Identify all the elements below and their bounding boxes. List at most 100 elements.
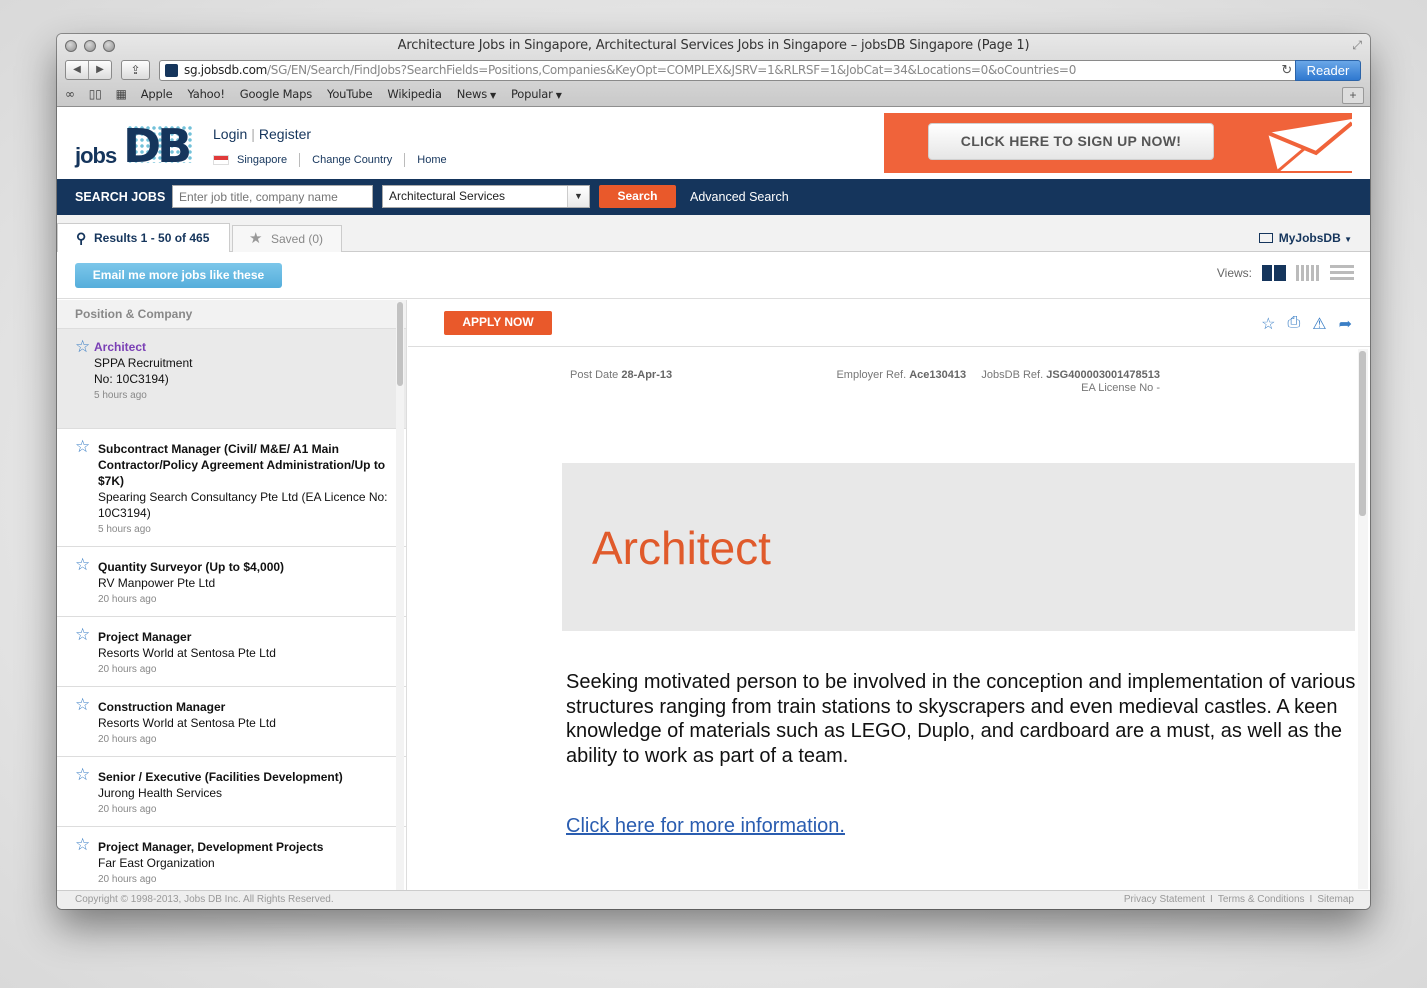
window-title: Architecture Jobs in Singapore, Architec… (397, 38, 1030, 53)
apply-now-button[interactable]: APPLY NOW (444, 311, 552, 335)
job-time: 5 hours ago (94, 390, 147, 401)
change-country-link[interactable]: Change Country (312, 154, 392, 166)
star-outline-icon[interactable]: ☆ (75, 555, 90, 575)
job-company: RV Manpower Pte Ltd (98, 576, 216, 590)
account-links: Login | Register (213, 126, 311, 142)
star-outline-icon[interactable]: ☆ (75, 337, 90, 357)
star-outline-icon[interactable]: ☆ (75, 765, 90, 785)
job-list-item[interactable]: ☆ Senior / Executive (Facilities Develop… (57, 757, 406, 827)
top-sites-grid-icon[interactable]: ▦ (116, 87, 127, 101)
keyword-search-input[interactable] (172, 185, 373, 208)
detail-scrollbar[interactable] (1358, 349, 1368, 889)
job-list-item[interactable]: ☆ Quantity Surveyor (Up to $4,000) RV Ma… (57, 547, 406, 617)
bookmark-yahoo[interactable]: Yahoo! (188, 87, 225, 101)
sitemap-link[interactable]: Sitemap (1317, 894, 1354, 905)
bookmark-apple[interactable]: Apple (141, 87, 173, 101)
reading-list-icon[interactable]: ∞ (65, 87, 75, 101)
print-icon[interactable]: ⎙ (1287, 314, 1300, 334)
star-outline-icon[interactable]: ☆ (75, 437, 90, 457)
singapore-flag-icon (213, 155, 229, 165)
category-select[interactable]: Architectural Services ▼ (382, 185, 590, 208)
star-outline-icon[interactable]: ☆ (75, 625, 90, 645)
category-selected-value: Architectural Services (389, 189, 506, 203)
bookmark-news-label: News (456, 87, 487, 101)
list-view-icon[interactable] (1330, 265, 1354, 281)
job-list-item[interactable]: ☆ Project Manager, Development Projects … (57, 827, 406, 890)
bookmark-youtube[interactable]: YouTube (327, 87, 373, 101)
job-time: 20 hours ago (98, 664, 157, 675)
ea-license: EA License No - (1081, 382, 1160, 394)
star-icon: ★ (249, 230, 263, 247)
job-title: Senior / Executive (Facilities Developme… (98, 770, 343, 784)
home-link[interactable]: Home (417, 154, 446, 166)
bookmarks-book-icon[interactable]: ▯▯ (89, 87, 102, 101)
star-outline-icon[interactable]: ☆ (1261, 314, 1275, 334)
job-time: 20 hours ago (98, 874, 157, 885)
forward-icon[interactable]: ▶ (89, 61, 111, 79)
columns-view-icon[interactable] (1296, 265, 1320, 281)
terms-link[interactable]: Terms & Conditions (1218, 894, 1305, 905)
star-outline-icon[interactable]: ☆ (75, 695, 90, 715)
site-header: DB jobs Login | Register Singapore Change … (57, 107, 1370, 179)
browser-window: Architecture Jobs in Singapore, Architec… (57, 34, 1370, 909)
bookmark-news-folder[interactable]: News ▼ (457, 87, 496, 101)
back-icon[interactable]: ◀ (66, 61, 89, 79)
detail-job-title: Architect (592, 522, 771, 574)
advanced-search-link[interactable]: Advanced Search (690, 190, 789, 204)
share-arrow-icon[interactable]: ➦ (1339, 314, 1352, 334)
job-list-scrollbar[interactable] (396, 300, 404, 890)
more-information-link[interactable]: Click here for more information. (566, 815, 845, 838)
post-date: Post Date 28-Apr-13 (570, 369, 672, 381)
current-country: Singapore (237, 154, 288, 166)
tab-results-label: Results 1 - 50 of 465 (94, 231, 210, 245)
reload-icon[interactable]: ↻ (1281, 61, 1292, 80)
bookmark-wikipedia[interactable]: Wikipedia (387, 87, 441, 101)
reader-button[interactable]: Reader (1295, 60, 1361, 81)
employer-ref-value: Ace130413 (909, 369, 967, 381)
split-view-icon[interactable] (1262, 265, 1286, 281)
job-list-item[interactable]: ☆ Subcontract Manager (Civil/ M&E/ A1 Ma… (57, 429, 406, 547)
search-jobs-label: SEARCH JOBS (75, 190, 166, 204)
id-card-icon (1258, 233, 1273, 243)
job-list-item[interactable]: ☆ Project Manager Resorts World at Sento… (57, 617, 406, 687)
register-link[interactable]: Register (259, 126, 311, 142)
job-title: Project Manager (98, 630, 192, 644)
job-time: 5 hours ago (98, 524, 151, 535)
myjobsdb-menu[interactable]: MyJobsDB ▼ (1258, 231, 1352, 245)
share-icon[interactable]: ⇪ (121, 60, 150, 80)
job-company: Spearing Search Consultancy Pte Ltd (EA … (98, 490, 388, 520)
jobsdb-ref-label: JobsDB Ref. (981, 369, 1044, 381)
address-bar[interactable]: sg.jobsdb.com/SG/EN/Search/FindJobs?Sear… (159, 60, 1299, 81)
job-time: 20 hours ago (98, 594, 157, 605)
chevron-down-icon: ▼ (490, 91, 496, 100)
login-link[interactable]: Login (213, 126, 247, 142)
scrollbar-thumb[interactable] (1359, 351, 1366, 516)
link-separator: | (251, 126, 255, 142)
star-outline-icon[interactable]: ☆ (75, 835, 90, 855)
tab-results[interactable]: ⚲ Results 1 - 50 of 465 (57, 223, 230, 253)
bookmark-popular-folder[interactable]: Popular ▼ (511, 87, 562, 101)
jobsdb-logo[interactable]: DB jobs (75, 119, 195, 173)
new-tab-plus-icon[interactable]: + (1342, 87, 1364, 104)
myjobsdb-label: MyJobsDB (1278, 231, 1341, 245)
search-bar: SEARCH JOBS Architectural Services ▼ Sea… (57, 179, 1370, 215)
search-button[interactable]: Search (599, 185, 676, 208)
bookmark-google-maps[interactable]: Google Maps (240, 87, 312, 101)
signup-banner[interactable]: CLICK HERE TO SIGN UP NOW! (884, 113, 1352, 173)
job-company: Far East Organization (98, 856, 215, 870)
job-list-item[interactable]: ☆ Architect SPPA Recruitment No: 10C3194… (57, 329, 406, 429)
logo-db-text: DB (123, 119, 192, 173)
job-list-pane: Position & Company ☆ Architect SPPA Recr… (57, 300, 407, 890)
action-row: Email me more jobs like these Views: (57, 252, 1370, 299)
warning-icon[interactable]: ⚠ (1312, 314, 1326, 334)
scrollbar-thumb[interactable] (397, 302, 403, 386)
list-header: Position & Company (57, 300, 406, 329)
job-company: Resorts World at Sentosa Pte Ltd (98, 646, 276, 660)
signup-button[interactable]: CLICK HERE TO SIGN UP NOW! (928, 123, 1214, 160)
job-title-banner: Architect (562, 463, 1355, 631)
fullscreen-icon[interactable]: ⤢ (1352, 38, 1362, 53)
tab-saved[interactable]: ★ Saved (0) (232, 225, 342, 252)
privacy-link[interactable]: Privacy Statement (1124, 894, 1205, 905)
email-more-jobs-button[interactable]: Email me more jobs like these (75, 263, 282, 288)
job-list-item[interactable]: ☆ Construction Manager Resorts World at … (57, 687, 406, 757)
